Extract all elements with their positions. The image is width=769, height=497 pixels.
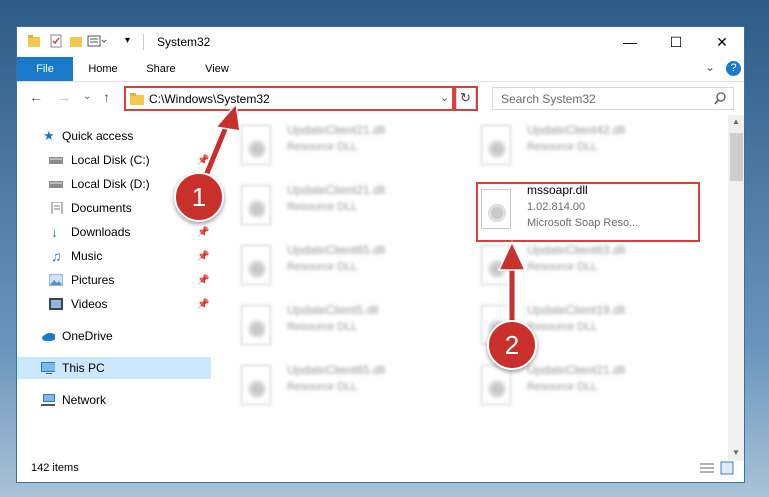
- step-badge-1: 1: [174, 172, 224, 222]
- annotation-arrows: [193, 102, 527, 343]
- step-badge-2: 2: [487, 320, 537, 370]
